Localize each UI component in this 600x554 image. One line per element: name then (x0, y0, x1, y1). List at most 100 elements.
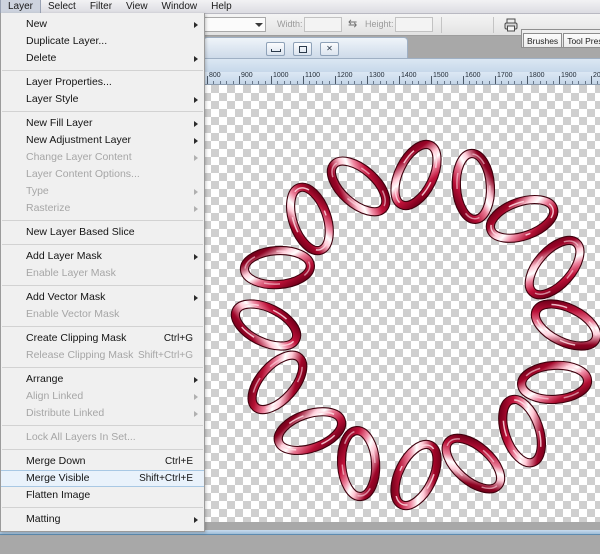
ruler-minor-tick (571, 81, 573, 84)
menu-option-label: Layer Style (26, 93, 79, 105)
ruler-minor-tick (501, 81, 503, 84)
menu-item-layer[interactable]: Layer (0, 0, 42, 14)
menu-option-label: Align Linked (26, 390, 84, 402)
chain-link (517, 360, 593, 405)
menu-item-view[interactable]: View (119, 0, 155, 14)
submenu-arrow-icon (194, 138, 198, 144)
menu-option-matting[interactable]: Matting (1, 511, 204, 528)
menu-separator (2, 70, 203, 71)
ruler-major-tick (559, 76, 560, 84)
menu-option-new-fill-layer[interactable]: New Fill Layer (1, 115, 204, 132)
chain-link (230, 299, 302, 351)
width-label: Width: (277, 19, 303, 29)
chain-link (451, 148, 496, 224)
menu-option-new-layer-based-slice[interactable]: New Layer Based Slice (1, 224, 204, 241)
ruler-label: 1600 (465, 72, 481, 79)
chain-link (336, 426, 381, 502)
menu-option-layer-properties[interactable]: Layer Properties... (1, 74, 204, 91)
height-input[interactable] (395, 17, 433, 32)
menu-option-label: Lock All Layers In Set... (26, 431, 136, 443)
ruler-label: 1800 (529, 72, 545, 79)
menu-option-new[interactable]: New (1, 16, 204, 33)
menu-item-filter[interactable]: Filter (83, 0, 119, 14)
document-header-strip (203, 58, 600, 72)
menu-item-window[interactable]: Window (155, 0, 205, 14)
palette-tab-tool-pres[interactable]: Tool Pres (563, 33, 600, 47)
ruler-minor-tick (347, 81, 349, 84)
menu-option-add-layer-mask[interactable]: Add Layer Mask (1, 248, 204, 265)
ruler-label: 1500 (433, 72, 449, 79)
image-canvas[interactable] (203, 85, 600, 522)
menu-option-label: Rasterize (26, 202, 71, 214)
photoshop-window: Layer Select Filter View Window Help Width: ⇆… (0, 0, 600, 554)
ruler-minor-tick (469, 81, 471, 84)
menu-option-arrange[interactable]: Arrange (1, 371, 204, 388)
close-button[interactable]: ✕ (320, 42, 339, 56)
menu-option-duplicate-layer[interactable]: Duplicate Layer... (1, 33, 204, 50)
menu-option-flatten-image[interactable]: Flatten Image (1, 487, 204, 504)
chain-link (239, 245, 315, 290)
ruler-major-tick (303, 76, 304, 84)
ruler-minor-tick (552, 81, 554, 84)
menu-separator (2, 367, 203, 368)
layer-dropdown-menu: New Duplicate Layer... Delete Layer Propert… (0, 13, 205, 532)
ruler-label: 800 (209, 72, 221, 79)
minimize-icon (271, 49, 281, 52)
menu-option-lock-all-layers-in-set: Lock All Layers In Set... (1, 429, 204, 446)
maximize-button[interactable] (293, 42, 312, 56)
menu-item-select[interactable]: Select (41, 0, 83, 14)
menu-option-label: New Adjustment Layer (26, 134, 132, 146)
menu-option-create-clipping-mask[interactable]: Create Clipping Mask Ctrl+G (1, 330, 204, 347)
document-window: ✕ 800 900 1000 1100 1200 1300 1400 1500 1600 1700… (203, 37, 600, 530)
ruler-major-tick (271, 76, 272, 84)
ruler-minor-tick (360, 81, 362, 84)
tool-preset-dropdown[interactable] (204, 17, 266, 32)
ruler-minor-tick (418, 81, 420, 84)
document-title-bar[interactable]: ✕ (203, 37, 408, 59)
menu-option-label: Merge Visible (26, 472, 90, 484)
ruler-minor-tick (482, 81, 484, 84)
menu-option-label: Delete (26, 52, 57, 64)
ruler-minor-tick (475, 81, 477, 84)
menu-separator (2, 326, 203, 327)
ruler-minor-tick (309, 81, 311, 84)
submenu-arrow-icon (194, 394, 198, 400)
minimize-button[interactable] (266, 42, 285, 56)
ruler-minor-tick (597, 81, 599, 84)
menu-option-label: Change Layer Content (26, 151, 132, 163)
ruler-label: 1100 (305, 72, 321, 79)
swap-dimensions-icon[interactable]: ⇆ (348, 19, 357, 30)
menu-option-distribute-linked: Distribute Linked (1, 405, 204, 422)
menu-option-shortcut: Shift+Ctrl+G (137, 350, 193, 361)
ruler-minor-tick (456, 81, 458, 84)
ruler-major-tick (591, 76, 592, 84)
menu-option-label: Duplicate Layer... (26, 35, 108, 47)
ruler-minor-tick (424, 81, 426, 84)
submenu-arrow-icon (194, 517, 198, 523)
menu-item-help[interactable]: Help (204, 0, 239, 14)
menu-option-merge-down[interactable]: Merge Down Ctrl+E (1, 453, 204, 470)
menu-option-add-vector-mask[interactable]: Add Vector Mask (1, 289, 204, 306)
menu-option-label: Release Clipping Mask (26, 349, 134, 361)
ruler-minor-tick (520, 81, 522, 84)
chain-link (285, 182, 334, 256)
menu-option-layer-style[interactable]: Layer Style (1, 91, 204, 108)
width-input[interactable] (304, 17, 342, 32)
ruler-minor-tick (232, 81, 234, 84)
menu-option-label: Create Clipping Mask (26, 332, 127, 344)
ruler-label: 1000 (273, 72, 289, 79)
menu-option-delete[interactable]: Delete (1, 50, 204, 67)
ruler-minor-tick (283, 81, 285, 84)
ruler-minor-tick (290, 81, 292, 84)
palette-tab-brushes[interactable]: Brushes (523, 33, 563, 47)
menu-option-new-adjustment-layer[interactable]: New Adjustment Layer (1, 132, 204, 149)
ruler-minor-tick (533, 81, 535, 84)
menu-option-merge-visible[interactable]: Merge Visible Shift+Ctrl+E (1, 470, 204, 487)
printer-icon[interactable] (503, 17, 519, 33)
ruler-minor-tick (539, 81, 541, 84)
ruler-major-tick (335, 76, 336, 84)
ruler-minor-tick (392, 81, 394, 84)
chain-link (485, 194, 559, 243)
ruler-label: 1400 (401, 72, 417, 79)
palette-dock: Brushes Tool Pres (521, 29, 600, 48)
